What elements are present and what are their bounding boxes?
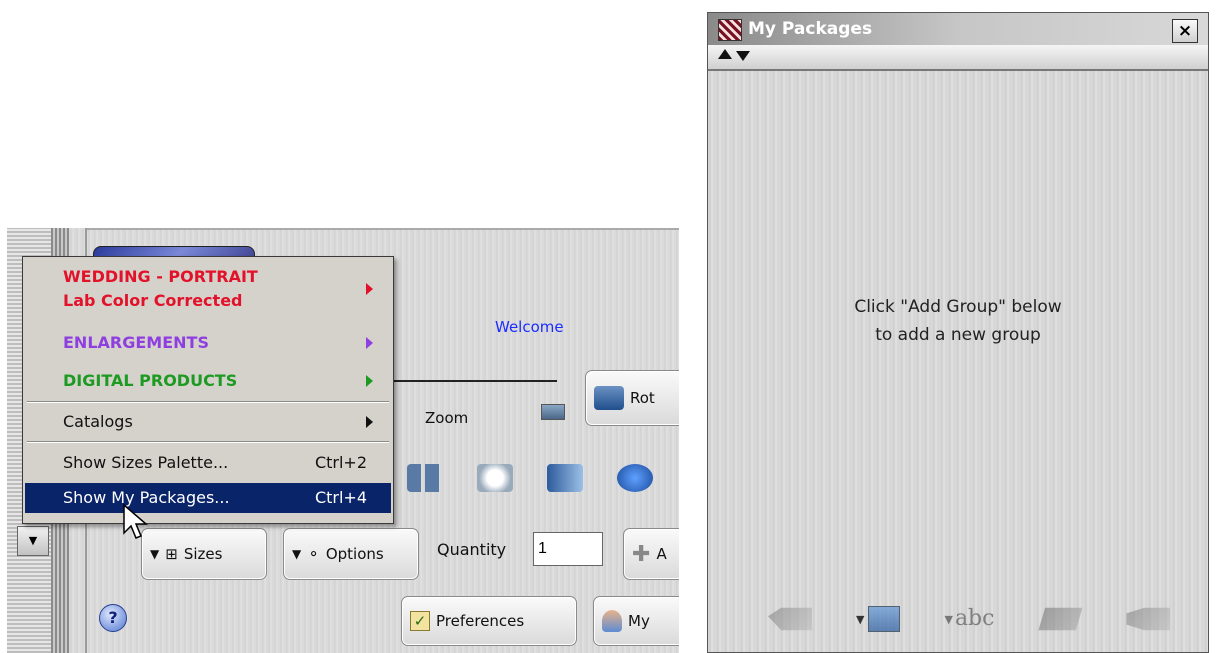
my-account-button[interactable]: My <box>593 596 679 646</box>
rotate-button[interactable]: Rot <box>585 370 679 426</box>
fit-image-icon[interactable] <box>477 464 513 492</box>
sizes-button[interactable]: ▼ ⊞ Sizes <box>141 528 267 580</box>
zoom-image-icon <box>541 404 565 420</box>
my-account-button-label: My <box>628 612 650 630</box>
add-button[interactable]: ✚ A <box>623 528 679 580</box>
delete-icon[interactable] <box>1126 607 1171 631</box>
packages-toolbar: ▼ ▼ abc <box>768 605 1171 633</box>
add-group-icon <box>868 606 901 632</box>
quantity-label: Quantity <box>437 540 507 559</box>
back-icon[interactable] <box>768 607 812 631</box>
window-title: My Packages <box>748 19 873 39</box>
sizes-button-label: Sizes <box>183 545 223 563</box>
menu-item-shortcut: Ctrl+2 <box>314 453 367 472</box>
help-icon[interactable]: ? <box>99 604 127 632</box>
preferences-button[interactable]: ✓ Preferences <box>401 596 577 646</box>
package-icon[interactable] <box>1038 607 1083 631</box>
preferences-button-label: Preferences <box>436 612 525 630</box>
add-icon: ✚ <box>632 541 651 567</box>
empty-state-hint: Click "Add Group" below to add a new gro… <box>708 293 1208 349</box>
menu-item-label: WEDDING - PORTRAIT <box>63 267 258 286</box>
submenu-arrow-icon <box>366 283 373 295</box>
dropdown-arrow-icon: ▼ <box>856 612 865 626</box>
sizes-icon: ⊞ <box>165 545 178 563</box>
dropdown-arrow-icon: ▼ <box>150 547 160 561</box>
grid-lock-icon[interactable] <box>407 464 443 492</box>
rotate-image-icon[interactable] <box>617 464 653 492</box>
menu-item-label: Catalogs <box>63 412 133 431</box>
dropdown-arrow-icon: ▼ <box>292 547 302 561</box>
menu-item-digital-products[interactable]: DIGITAL PRODUCTS <box>25 369 391 393</box>
image-toolbar <box>407 464 653 492</box>
person-icon <box>602 610 622 632</box>
menu-item-label: DIGITAL PRODUCTS <box>63 371 238 390</box>
close-icon[interactable]: × <box>1172 19 1198 43</box>
menu-separator <box>27 441 389 443</box>
text-tool-button[interactable]: ▼ abc <box>944 605 994 633</box>
menu-item-show-my-packages[interactable]: Show My Packages... Ctrl+4 <box>25 483 391 513</box>
window-titlebar[interactable]: My Packages × <box>708 13 1208 45</box>
context-menu: WEDDING - PORTRAIT Lab Color Corrected E… <box>22 256 394 524</box>
collapse-icon[interactable] <box>736 51 750 61</box>
expand-icon[interactable] <box>718 49 732 59</box>
scroll-down-button[interactable]: ▼ <box>17 526 49 556</box>
submenu-arrow-icon <box>366 416 373 428</box>
submenu-arrow-icon <box>366 375 373 387</box>
add-group-button[interactable]: ▼ <box>856 606 901 632</box>
hint-line: to add a new group <box>875 325 1041 345</box>
quantity-input[interactable] <box>533 532 603 566</box>
menu-item-sublabel: Lab Color Corrected <box>63 291 243 310</box>
my-packages-window: My Packages × Click "Add Group" below to… <box>707 12 1209 653</box>
zoom-slider-track[interactable] <box>377 380 557 382</box>
rotate-icon <box>594 386 624 410</box>
top-edge <box>87 228 679 230</box>
menu-item-shortcut: Ctrl+4 <box>314 488 367 507</box>
rotate-button-label: Rot <box>630 389 655 407</box>
menu-item-wedding-portrait[interactable]: WEDDING - PORTRAIT Lab Color Corrected <box>25 265 391 315</box>
app-icon <box>718 19 742 41</box>
menu-item-label: Show Sizes Palette... <box>63 453 229 472</box>
welcome-text: Welcome <box>495 318 564 336</box>
dropdown-arrow-icon: ▼ <box>944 612 953 626</box>
mouse-cursor-icon <box>123 503 149 539</box>
checkbox-icon: ✓ <box>410 611 430 631</box>
menu-item-enlargements[interactable]: ENLARGEMENTS <box>25 331 391 355</box>
menu-item-catalogs[interactable]: Catalogs <box>25 409 391 435</box>
add-button-label: A <box>656 545 667 563</box>
zoom-label: Zoom <box>425 409 469 427</box>
options-button-label: Options <box>325 545 384 563</box>
options-icon: ⚬ <box>307 545 320 563</box>
submenu-arrow-icon <box>366 337 373 349</box>
menu-item-label: ENLARGEMENTS <box>63 333 209 352</box>
hint-line: Click "Add Group" below <box>854 297 1062 317</box>
text-tool-icon: abc <box>954 606 995 631</box>
menu-item-show-sizes-palette[interactable]: Show Sizes Palette... Ctrl+2 <box>25 449 391 477</box>
expand-collapse-bar <box>708 45 1208 71</box>
crop-image-icon[interactable] <box>547 464 583 492</box>
menu-separator <box>27 401 389 403</box>
options-button[interactable]: ▼ ⚬ Options <box>283 528 419 580</box>
